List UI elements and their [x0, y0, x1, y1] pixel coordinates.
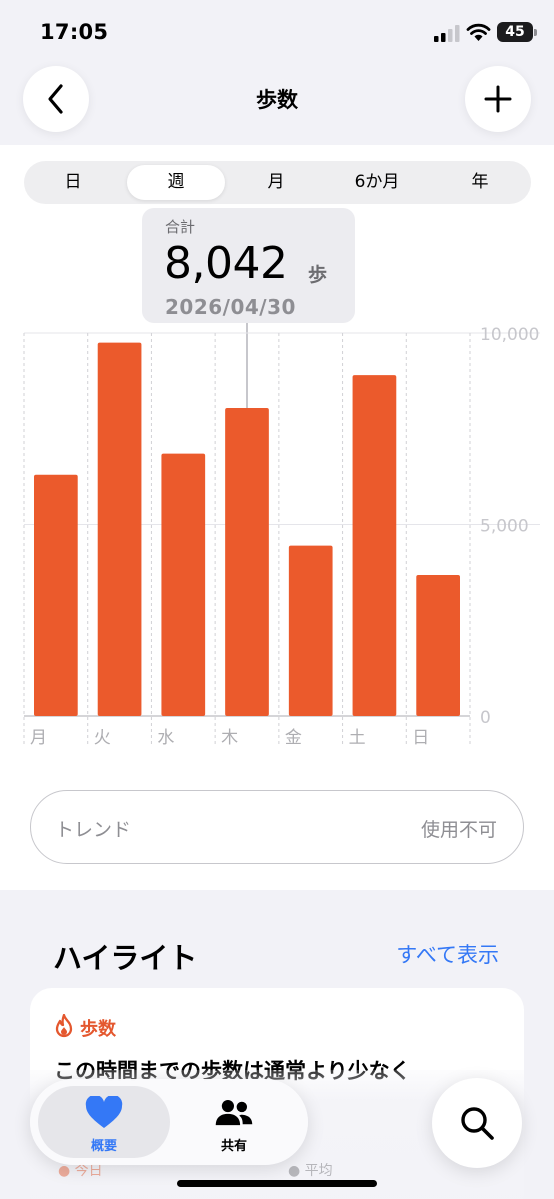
- bar-火[interactable]: [97, 342, 142, 716]
- header-area: 17:05 45 歩数: [0, 0, 554, 145]
- tab-bar: 概要 共有: [30, 1079, 308, 1165]
- tab-summary-label: 概要: [90, 1139, 117, 1154]
- legend-average: ● 平均: [288, 1163, 333, 1179]
- bar-木[interactable]: [225, 407, 269, 716]
- x-tick-label: 土: [349, 728, 366, 748]
- tab-summary[interactable]: 概要: [38, 1086, 170, 1158]
- bar-土[interactable]: [352, 375, 397, 716]
- x-tick-label: 月: [30, 728, 47, 748]
- tab-sharing[interactable]: 共有: [168, 1086, 300, 1158]
- segment-week[interactable]: 週: [127, 165, 225, 200]
- x-tick-label: 金: [285, 728, 302, 748]
- bar-金[interactable]: [288, 545, 333, 716]
- tooltip-label: 合計: [165, 218, 196, 236]
- tab-sharing-label: 共有: [220, 1139, 247, 1154]
- tooltip-unit: 歩: [308, 264, 328, 286]
- battery-indicator: 45: [497, 22, 537, 42]
- bar-水[interactable]: [161, 453, 206, 716]
- people-icon: [215, 1099, 253, 1126]
- home-indicator: [177, 1180, 377, 1187]
- segment-six-months[interactable]: 6か月: [328, 165, 426, 200]
- search-button[interactable]: [432, 1078, 522, 1168]
- x-tick-label: 水: [157, 728, 174, 748]
- x-tick-label: 木: [221, 728, 238, 748]
- trend-label: トレンド: [55, 819, 132, 841]
- segment-year[interactable]: 年: [431, 165, 529, 200]
- highlights-heading: ハイライト: [53, 941, 198, 975]
- bar-月[interactable]: [34, 474, 78, 716]
- flame-icon: [55, 1014, 73, 1038]
- tooltip-date: 2026/04/30: [165, 295, 296, 319]
- cellular-signal-icon: [434, 25, 460, 42]
- add-data-button[interactable]: [465, 66, 531, 132]
- steps-chart-card: 日 週 月 6か月 年 合計 8,042 歩 2026/04/30 10,000…: [0, 145, 554, 890]
- tooltip-value: 8,042: [164, 238, 288, 289]
- heart-icon: [85, 1096, 123, 1128]
- trend-row[interactable]: トレンド 使用不可: [30, 790, 524, 864]
- search-icon: [461, 1107, 494, 1140]
- see-all-link[interactable]: すべて表示: [396, 939, 499, 969]
- status-time: 17:05: [40, 20, 109, 44]
- selection-tooltip: 合計 8,042 歩 2026/04/30: [142, 208, 355, 323]
- trend-value: 使用不可: [420, 819, 497, 841]
- status-bar: 17:05 45: [0, 0, 554, 60]
- y-tick-label: 5,000: [480, 517, 529, 537]
- y-tick-label: 10,000: [480, 325, 539, 345]
- x-tick-label: 日: [412, 728, 429, 748]
- plus-icon: [484, 85, 512, 113]
- segment-month[interactable]: 月: [227, 165, 325, 200]
- segment-day[interactable]: 日: [24, 165, 122, 200]
- x-tick-label: 火: [94, 728, 111, 748]
- period-segmented-control: 日 週 月 6か月 年: [24, 161, 531, 204]
- y-tick-label: 0: [480, 708, 491, 728]
- steps-bar-chart[interactable]: 10,000 5,000 0 月 火 水 木 金 土 日: [0, 325, 554, 755]
- highlight-card-title: 歩数: [80, 1019, 116, 1040]
- bar-日[interactable]: [416, 575, 460, 716]
- wifi-icon: [466, 23, 491, 41]
